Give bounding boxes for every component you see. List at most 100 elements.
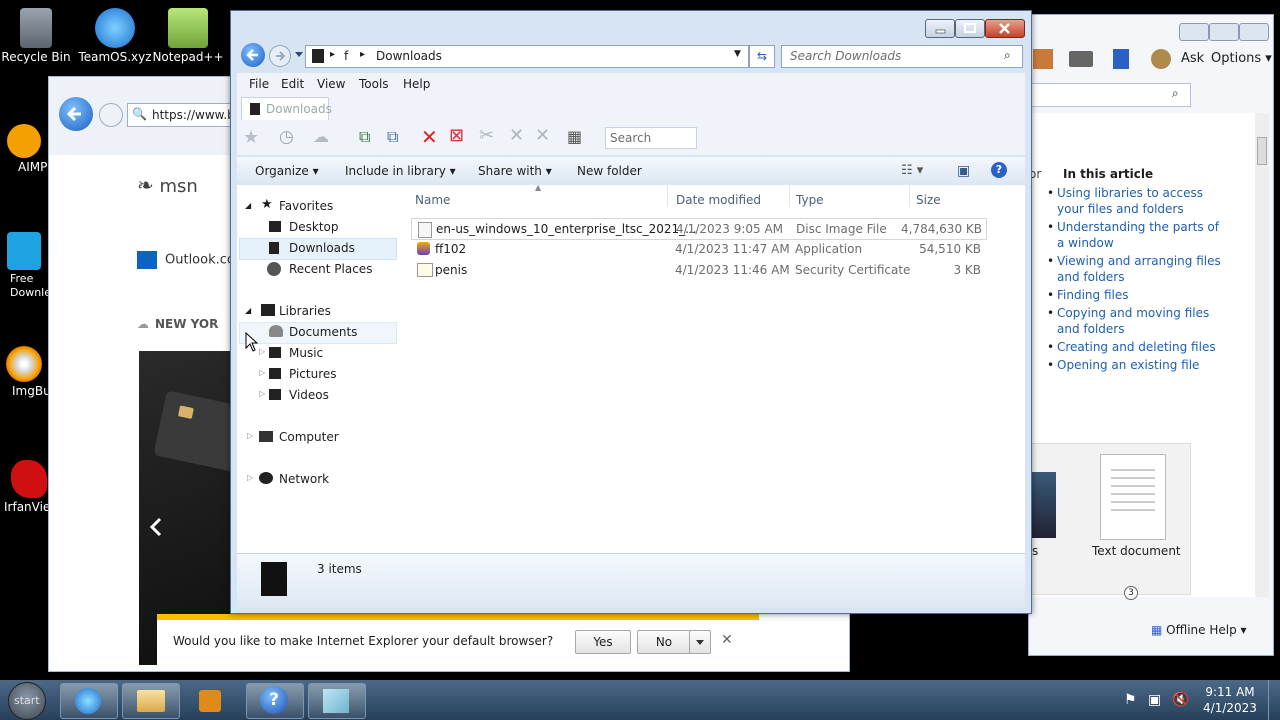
home-icon[interactable] (1033, 49, 1053, 69)
show-desktop-button[interactable] (1268, 680, 1280, 720)
desktop-icon-teamos[interactable]: TeamOS.xyz (72, 8, 158, 64)
table-row[interactable]: en-us_windows_10_enterprise_ltsc_2021_..… (411, 218, 987, 240)
address-bar[interactable]: ▸ f ▸ Downloads ▼ (305, 45, 749, 68)
nav-downloads[interactable]: Downloads (289, 238, 355, 258)
expand-arrow-icon[interactable]: ▷ (259, 389, 265, 398)
menu-view[interactable]: View (317, 77, 345, 91)
close-button[interactable] (1239, 23, 1269, 41)
tab-downloads[interactable]: Downloads (241, 97, 332, 120)
recent-pages-dropdown-icon[interactable] (295, 52, 303, 58)
delete-permanent-icon[interactable]: ⊠ (449, 125, 464, 146)
help-scrollbar[interactable] (1255, 113, 1269, 597)
nav-favorites[interactable]: Favorites (279, 196, 333, 216)
collapse-arrow-icon[interactable]: ◢ (245, 201, 251, 210)
no-button[interactable]: No (637, 630, 691, 654)
expand-arrow-icon[interactable]: ▷ (259, 368, 265, 377)
table-row[interactable]: penis 4/1/2023 11:46 AM Security Certifi… (411, 260, 985, 280)
desktop-icon-imgburn[interactable]: ImgBu (0, 346, 51, 398)
nav-pictures[interactable]: Pictures (289, 364, 337, 384)
delete-icon[interactable]: ✕ (421, 125, 438, 149)
table-row[interactable]: ff102 4/1/2023 11:47 AM Application 54,5… (411, 239, 985, 259)
expand-arrow-icon[interactable]: ▷ (247, 431, 253, 440)
undo-icon[interactable]: ✕ (509, 125, 524, 146)
maximize-button[interactable] (1209, 23, 1239, 41)
help-link[interactable]: Viewing and arranging files and folders (1057, 253, 1227, 285)
action-center-flag-icon[interactable]: ⚑ (1124, 692, 1137, 708)
help-link[interactable]: Understanding the parts of a window (1057, 219, 1227, 251)
help-link[interactable]: Finding files (1057, 287, 1227, 303)
yes-button[interactable]: Yes (575, 630, 631, 654)
menu-file[interactable]: File (249, 77, 269, 91)
nav-videos[interactable]: Videos (289, 385, 329, 405)
clock[interactable]: 9:11 AM 4/1/2023 (1202, 684, 1258, 716)
help-link[interactable]: Creating and deleting files (1057, 339, 1227, 355)
back-arrow-icon[interactable] (59, 97, 93, 131)
organize-button[interactable]: Organize ▾ (255, 164, 319, 178)
column-type[interactable]: Type (796, 193, 824, 207)
favorites-star-icon[interactable]: ★ (243, 127, 259, 148)
taskbar-explorer[interactable] (122, 683, 180, 719)
print-icon[interactable] (1069, 51, 1093, 67)
redo-icon[interactable]: ✕ (535, 125, 550, 146)
offline-help-button[interactable]: ▦ Offline Help ▾ (1151, 623, 1247, 637)
network-tray-icon[interactable]: ▣ (1148, 692, 1161, 708)
expand-arrow-icon[interactable]: ▷ (247, 473, 253, 482)
preview-pane-icon[interactable]: ▣ (957, 163, 970, 179)
back-arrow-icon[interactable] (241, 43, 265, 67)
nav-documents[interactable]: Documents (289, 322, 357, 342)
column-name[interactable]: Name (415, 193, 450, 207)
nav-libraries[interactable]: Libraries (279, 301, 331, 321)
column-size[interactable]: Size (916, 193, 941, 207)
search-icon[interactable]: ⌕ (1172, 86, 1179, 101)
outlook-link[interactable]: Outlook.co (137, 251, 235, 269)
share-with-button[interactable]: Share with ▾ (478, 164, 552, 178)
taskbar-help[interactable]: ? (246, 683, 304, 719)
carousel-prev-icon[interactable] (139, 505, 175, 549)
help-link[interactable]: Opening an existing file (1057, 357, 1227, 373)
help-link[interactable]: Copying and moving files and folders (1057, 305, 1227, 337)
search-box[interactable]: Search Downloads ⌕ (781, 45, 1023, 68)
nav-desktop[interactable]: Desktop (289, 217, 339, 237)
refresh-icon[interactable]: ⇆ (749, 45, 775, 68)
include-in-library-button[interactable]: Include in library ▾ (345, 164, 456, 178)
browse-help-icon[interactable] (1113, 49, 1129, 69)
menu-help[interactable]: Help (403, 77, 430, 91)
search-icon[interactable]: ⌕ (1004, 48, 1011, 63)
breadcrumb-item[interactable]: Downloads (376, 49, 442, 63)
expand-arrow-icon[interactable]: ▷ (259, 347, 265, 356)
sync-icon[interactable]: ☁ (313, 127, 329, 146)
taskbar-media-player[interactable] (184, 683, 236, 719)
maximize-button[interactable] (955, 19, 985, 38)
desktop-icon-aimp[interactable]: AIMP (0, 124, 48, 174)
change-view-icon[interactable]: ☷ ▾ (901, 163, 923, 178)
menu-edit[interactable]: Edit (281, 77, 304, 91)
help-search-field[interactable]: ⌕ (1029, 83, 1191, 107)
breadcrumb-item[interactable]: f (344, 49, 348, 63)
help-link[interactable]: Using libraries to access your files and… (1057, 185, 1227, 217)
minimize-button[interactable] (925, 19, 955, 38)
forward-arrow-icon[interactable] (99, 103, 123, 127)
move-to-icon[interactable]: ⧉ (387, 127, 398, 147)
minimize-button[interactable] (1179, 23, 1209, 41)
new-folder-button[interactable]: New folder (577, 164, 642, 178)
close-icon[interactable]: ✕ (721, 632, 733, 648)
nav-music[interactable]: Music (289, 343, 323, 363)
close-button[interactable] (985, 19, 1025, 38)
cut-icon[interactable]: ✂ (479, 125, 494, 146)
nav-recent-places[interactable]: Recent Places (289, 259, 372, 279)
nav-network[interactable]: Network (279, 469, 329, 489)
taskbar-internet-explorer[interactable] (60, 683, 118, 719)
no-dropdown-arrow[interactable] (689, 630, 711, 654)
desktop-icon-recycle-bin[interactable]: Recycle Bin (0, 8, 72, 64)
weather-widget[interactable]: ☁ NEW YOR (137, 317, 218, 331)
menu-tools[interactable]: Tools (359, 77, 389, 91)
desktop-icon-notepadpp[interactable]: Notepad++ (150, 8, 226, 64)
desktop-icon-free-download[interactable]: Free Downle (0, 232, 51, 300)
ask-button[interactable]: Ask (1181, 51, 1204, 66)
volume-muted-icon[interactable]: 🔇 (1172, 692, 1189, 708)
forward-arrow-icon[interactable] (269, 45, 291, 67)
taskbar-notepad[interactable] (308, 683, 366, 719)
help-icon[interactable]: ? (991, 162, 1007, 178)
start-button[interactable]: start (8, 682, 46, 720)
column-date-modified[interactable]: Date modified (676, 193, 761, 207)
